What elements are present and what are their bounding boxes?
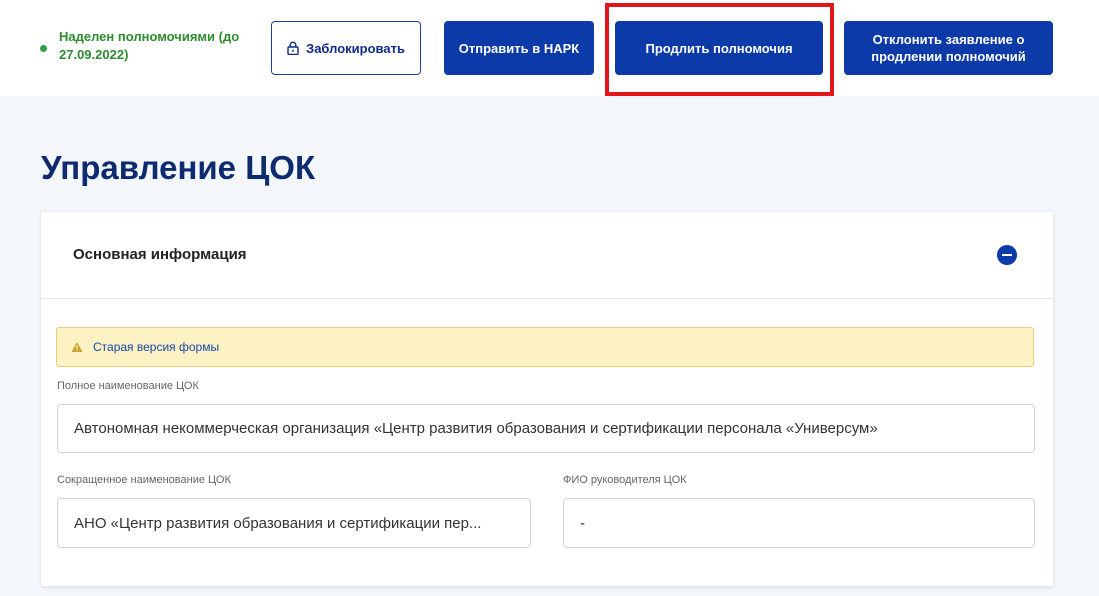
short-name-field[interactable]: АНО «Центр развития образования и сертиф…	[57, 498, 531, 548]
head-name-label: ФИО руководителя ЦОК	[563, 474, 687, 486]
full-name-field[interactable]: Автономная некоммерческая организация «Ц…	[57, 404, 1035, 453]
reject-extension-label: Отклонить заявление о продлении полномоч…	[871, 32, 1026, 64]
send-to-nark-label: Отправить в НАРК	[458, 40, 580, 56]
block-button-label: Заблокировать	[306, 40, 405, 56]
extend-authority-label: Продлить полномочия	[645, 40, 793, 56]
warning-text: Старая версия формы	[93, 340, 220, 354]
lock-icon	[287, 41, 299, 55]
status-indicator: Наделен полномочиями (до 27.09.2022)	[40, 28, 260, 64]
short-name-label: Сокращенное наименование ЦОК	[57, 474, 231, 486]
block-button[interactable]: Заблокировать	[271, 21, 421, 75]
warning-banner: Старая версия формы	[56, 327, 1034, 367]
full-name-value: Автономная некоммерческая организация «Ц…	[74, 420, 878, 437]
status-text: Наделен полномочиями (до 27.09.2022)	[59, 29, 240, 62]
status-dot-icon	[40, 45, 47, 52]
send-to-nark-button[interactable]: Отправить в НАРК	[444, 21, 594, 75]
collapse-icon[interactable]	[997, 245, 1017, 265]
page-title: Управление ЦОК	[41, 149, 316, 186]
card-title: Основная информация	[73, 246, 247, 263]
head-name-field[interactable]: -	[563, 498, 1035, 548]
card-header[interactable]: Основная информация	[41, 212, 1053, 299]
short-name-value: АНО «Центр развития образования и сертиф…	[74, 514, 482, 532]
top-action-bar: Наделен полномочиями (до 27.09.2022) Заб…	[0, 0, 1099, 96]
extend-authority-button[interactable]: Продлить полномочия	[615, 21, 823, 75]
reject-extension-button[interactable]: Отклонить заявление о продлении полномоч…	[844, 21, 1053, 75]
head-name-value: -	[580, 514, 585, 532]
full-name-label: Полное наименование ЦОК	[57, 380, 199, 392]
main-info-card: Основная информация Старая версия формы …	[41, 212, 1053, 586]
warning-icon	[71, 341, 83, 353]
